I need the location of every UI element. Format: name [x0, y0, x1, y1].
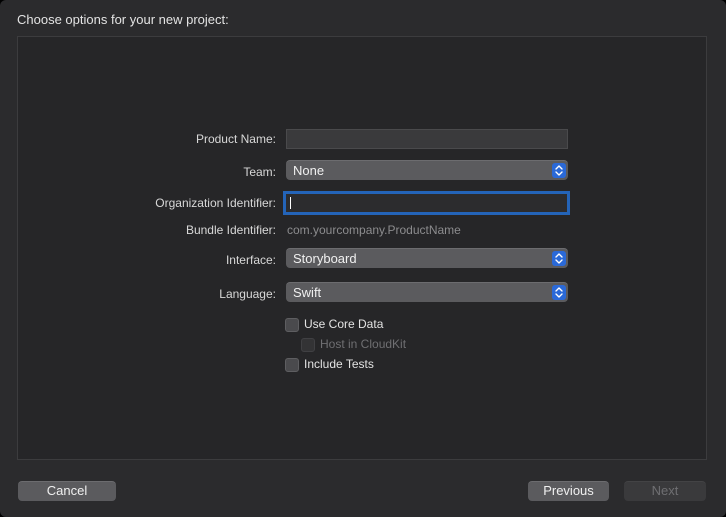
- host-in-cloudkit-checkbox: [301, 338, 315, 352]
- team-selected-value: None: [293, 163, 325, 178]
- interface-selected-value: Storyboard: [293, 251, 357, 266]
- organization-identifier-label: Organization Identifier:: [155, 196, 276, 210]
- new-project-options-window: Choose options for your new project: Pro…: [0, 0, 726, 517]
- product-name-field[interactable]: [286, 129, 568, 149]
- language-selected-value: Swift: [293, 285, 322, 300]
- chevron-up-down-icon: [552, 163, 566, 178]
- chevron-up-down-icon: [552, 285, 566, 300]
- include-tests-label: Include Tests: [304, 357, 374, 371]
- previous-button[interactable]: Previous: [528, 481, 609, 501]
- include-tests-checkbox[interactable]: [285, 358, 299, 372]
- team-label: Team:: [243, 165, 276, 179]
- bundle-identifier-value: com.yourcompany.ProductName: [287, 223, 461, 237]
- text-caret: [290, 197, 291, 209]
- interface-label: Interface:: [225, 253, 276, 267]
- organization-identifier-field[interactable]: [283, 191, 570, 215]
- language-popup[interactable]: Swift: [286, 282, 568, 302]
- interface-popup[interactable]: Storyboard: [286, 248, 568, 268]
- use-core-data-label: Use Core Data: [304, 317, 384, 331]
- use-core-data-checkbox[interactable]: [285, 318, 299, 332]
- host-in-cloudkit-label: Host in CloudKit: [320, 337, 407, 351]
- product-name-label: Product Name:: [195, 132, 276, 146]
- page-title: Choose options for your new project:: [17, 12, 229, 27]
- language-label: Language:: [219, 287, 276, 301]
- bundle-identifier-label: Bundle Identifier:: [185, 223, 276, 237]
- team-popup[interactable]: None: [286, 160, 568, 180]
- cancel-button[interactable]: Cancel: [18, 481, 116, 501]
- next-button[interactable]: Next: [624, 481, 706, 501]
- chevron-up-down-icon: [552, 251, 566, 266]
